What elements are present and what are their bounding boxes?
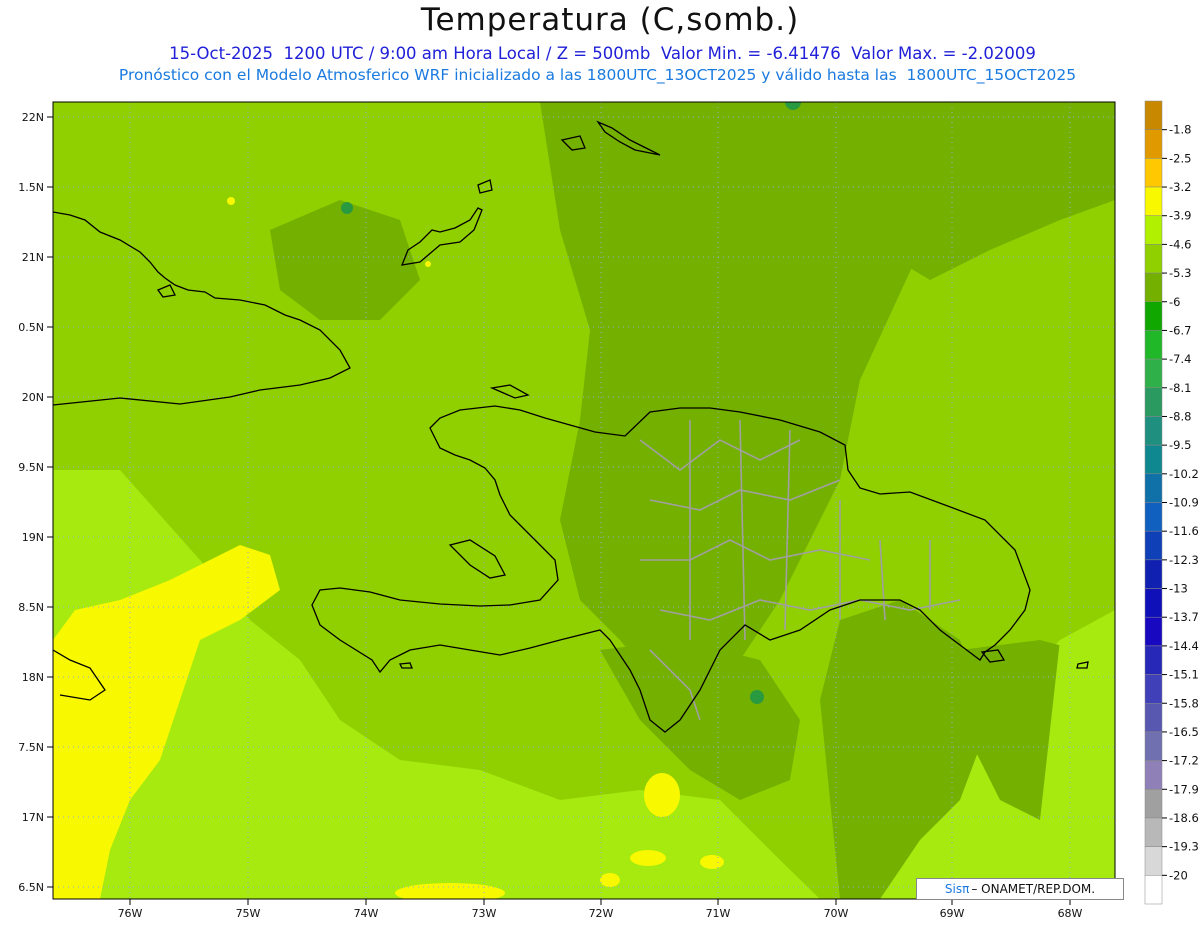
lat-label: 8.5N bbox=[18, 601, 44, 614]
lon-label: 73W bbox=[472, 907, 497, 920]
lat-label: 19N bbox=[22, 531, 44, 544]
colorbar-label: -3.2 bbox=[1169, 180, 1191, 194]
yellow-patch-s3 bbox=[630, 850, 666, 866]
lat-label: 20N bbox=[22, 391, 44, 404]
colorbar-swatch bbox=[1144, 387, 1163, 417]
colorbar-swatch bbox=[1144, 731, 1163, 761]
colorbar-label: -1.8 bbox=[1169, 123, 1191, 137]
lon-label: 74W bbox=[354, 907, 379, 920]
lon-label: 71W bbox=[706, 907, 731, 920]
lat-label: 22N bbox=[22, 111, 44, 124]
lat-axis: 22N 1.5N 21N 0.5N 20N 9.5N 19N 8.5N 18N … bbox=[18, 111, 53, 894]
colorbar-swatch bbox=[1144, 100, 1163, 130]
lat-label: 9.5N bbox=[18, 461, 44, 474]
colorbar-swatch bbox=[1144, 215, 1163, 245]
colorbar-swatch bbox=[1144, 416, 1163, 446]
lat-label: 17N bbox=[22, 811, 44, 824]
coast-cuba-w bbox=[53, 631, 54, 632]
colorbar-swatch bbox=[1144, 703, 1163, 733]
credit-brand: Sisπ bbox=[944, 882, 970, 896]
colorbar-label: -17.2 bbox=[1169, 754, 1199, 768]
colorbar-label: -9.5 bbox=[1169, 438, 1191, 452]
colorbar-swatch bbox=[1144, 301, 1163, 331]
colorbar-swatch bbox=[1144, 616, 1163, 647]
colorbar-label: -12.3 bbox=[1169, 553, 1199, 567]
colorbar-label: -3.9 bbox=[1169, 209, 1191, 223]
colorbar-label: -4.6 bbox=[1169, 237, 1191, 251]
colorbar-label: -15.1 bbox=[1169, 668, 1199, 682]
colorbar-label: -5.3 bbox=[1169, 266, 1191, 280]
colorbar-swatch bbox=[1144, 330, 1163, 360]
colorbar: -1.8 -2.5 -3.2 -3.9 -4.6 -5.3 -6 -6.7 -7.4 -8.1 -8… bbox=[1144, 100, 1199, 905]
colorbar-swatch bbox=[1144, 244, 1163, 274]
colorbar-label: -7.4 bbox=[1169, 352, 1191, 366]
colorbar-swatch bbox=[1144, 645, 1163, 675]
colorbar-label: -8.8 bbox=[1169, 409, 1191, 423]
credit-text: – ONAMET/REP.DOM. bbox=[971, 882, 1096, 896]
colorbar-swatch bbox=[1144, 789, 1163, 819]
lon-axis: 76W 75W 74W 73W 72W 71W 70W 69W 68W bbox=[118, 899, 1083, 920]
yellow-dot-n bbox=[227, 197, 235, 205]
colorbar-swatch bbox=[1144, 444, 1163, 475]
colorbar-label: -19.3 bbox=[1169, 840, 1199, 854]
colorbar-label: -6.7 bbox=[1169, 323, 1191, 337]
colorbar-swatch bbox=[1144, 358, 1163, 389]
lat-label: 7.5N bbox=[18, 741, 44, 754]
colorbar-swatch bbox=[1144, 817, 1163, 847]
colorbar-label: -20 bbox=[1169, 868, 1188, 882]
temperature-map: 22N 1.5N 21N 0.5N 20N 9.5N 19N 8.5N 18N … bbox=[18, 100, 1199, 920]
colorbar-swatch bbox=[1144, 559, 1163, 589]
colorbar-swatch bbox=[1144, 158, 1163, 188]
lon-label: 72W bbox=[589, 907, 614, 920]
colorbar-swatch bbox=[1144, 186, 1163, 216]
lon-label: 70W bbox=[824, 907, 849, 920]
yellow-dot-n2 bbox=[425, 261, 431, 267]
colorbar-swatch bbox=[1144, 760, 1163, 790]
colorbar-label: -14.4 bbox=[1169, 639, 1199, 653]
colorbar-label: -17.9 bbox=[1169, 782, 1199, 796]
colorbar-label: -10.2 bbox=[1169, 467, 1199, 481]
colorbar-label: -8.1 bbox=[1169, 381, 1191, 395]
colorbar-swatch bbox=[1144, 473, 1163, 503]
colorbar-label: -13.7 bbox=[1169, 610, 1199, 624]
colorbar-swatch bbox=[1144, 674, 1163, 704]
colorbar-swatch bbox=[1144, 875, 1163, 905]
lat-label: 0.5N bbox=[18, 321, 44, 334]
colorbar-label: -18.6 bbox=[1169, 811, 1199, 825]
colorbar-swatch bbox=[1144, 129, 1163, 159]
lon-label: 76W bbox=[118, 907, 143, 920]
colorbar-swatch bbox=[1144, 502, 1163, 532]
lon-label: 68W bbox=[1058, 907, 1083, 920]
green-dot-2 bbox=[750, 690, 764, 704]
lat-label: 18N bbox=[22, 671, 44, 684]
colorbar-label: -15.8 bbox=[1169, 696, 1199, 710]
yellow-patch-s5 bbox=[600, 873, 620, 887]
colorbar-label: -10.9 bbox=[1169, 496, 1199, 510]
lon-label: 69W bbox=[940, 907, 965, 920]
shaded-field bbox=[53, 102, 1115, 899]
colorbar-swatch bbox=[1144, 846, 1163, 876]
green-dot-1 bbox=[341, 202, 353, 214]
colorbar-swatch bbox=[1144, 272, 1163, 303]
colorbar-swatch bbox=[1144, 588, 1163, 618]
colorbar-label: -6 bbox=[1169, 295, 1180, 309]
lat-label: 1.5N bbox=[18, 181, 44, 194]
yellow-patch-s2 bbox=[395, 883, 505, 899]
colorbar-label: -11.6 bbox=[1169, 524, 1199, 538]
lat-tick bbox=[47, 116, 53, 888]
yellow-patch-s4 bbox=[700, 855, 724, 869]
credit-box: Sisπ – ONAMET/REP.DOM. bbox=[916, 878, 1124, 900]
colorbar-label: -13 bbox=[1169, 582, 1188, 596]
colorbar-label: -16.5 bbox=[1169, 725, 1199, 739]
colorbar-label: -2.5 bbox=[1169, 151, 1191, 165]
lat-label: 6.5N bbox=[18, 881, 44, 894]
lon-label: 75W bbox=[236, 907, 261, 920]
lat-label: 21N bbox=[22, 251, 44, 264]
yellow-patch-s bbox=[644, 773, 680, 817]
colorbar-swatch bbox=[1144, 530, 1163, 561]
